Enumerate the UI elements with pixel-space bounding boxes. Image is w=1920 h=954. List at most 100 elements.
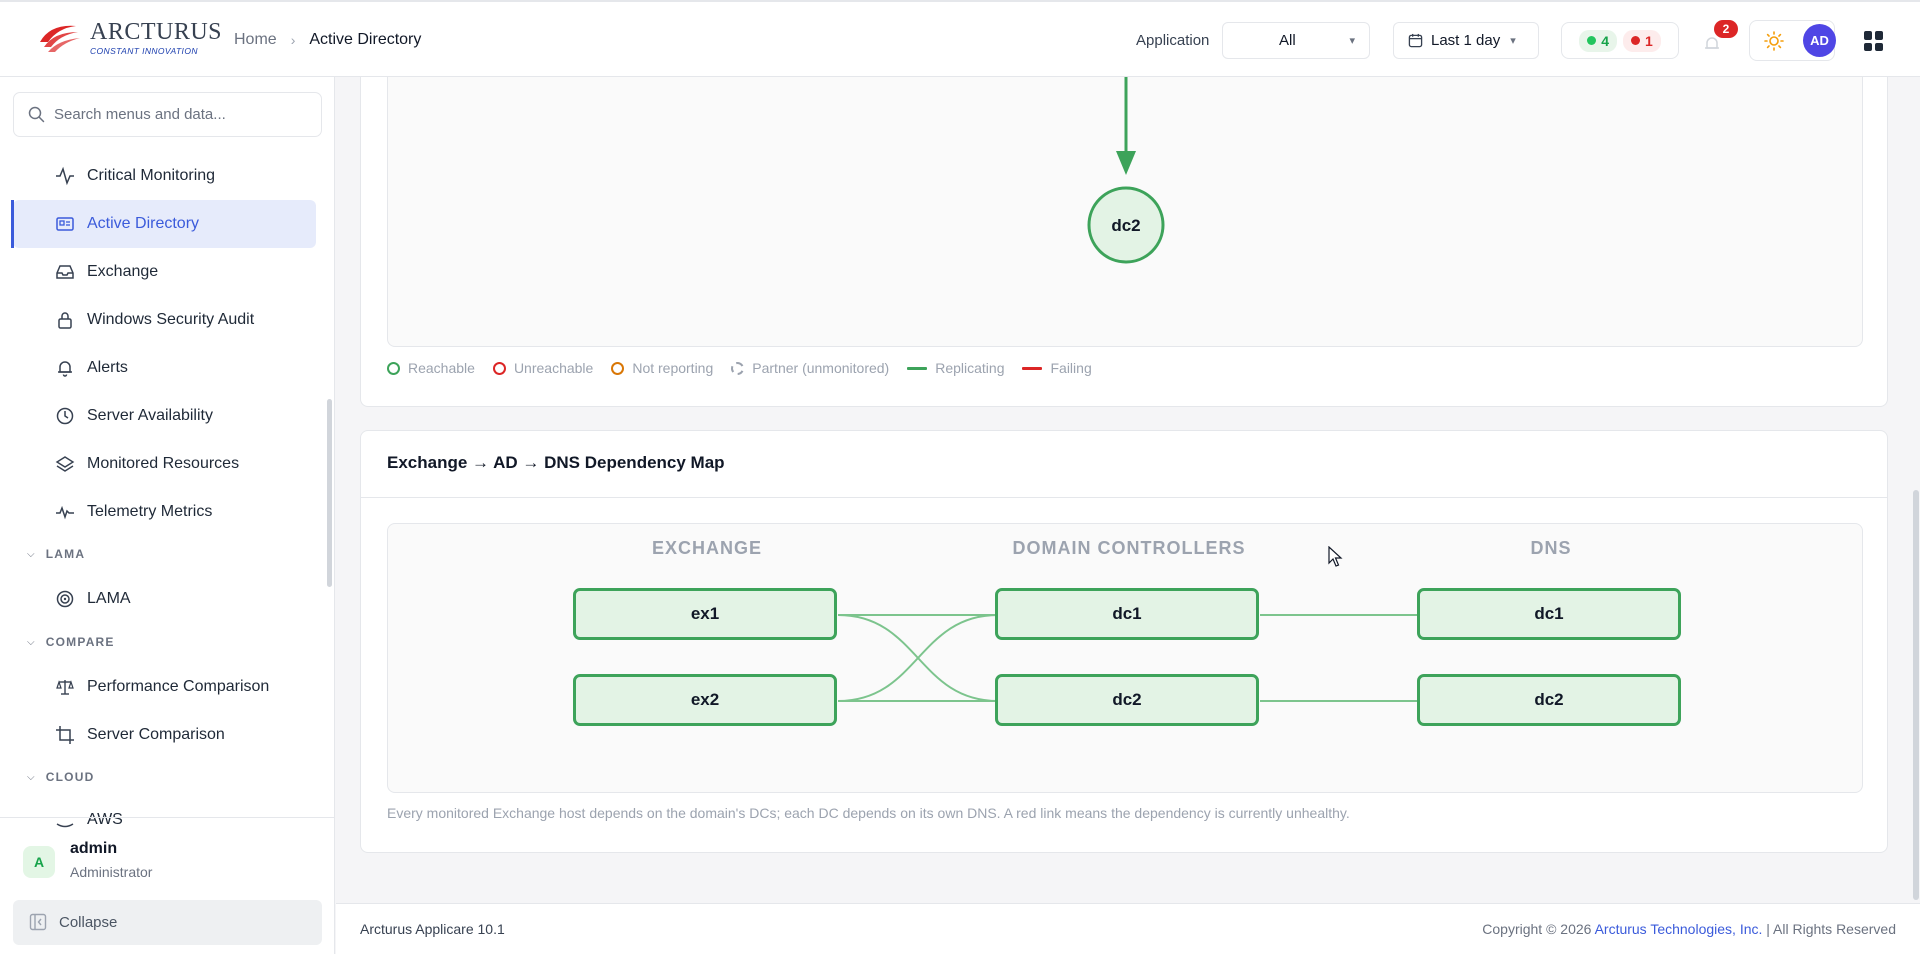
dc-node[interactable]: dc2 bbox=[995, 674, 1259, 726]
red-line-icon bbox=[1022, 366, 1043, 370]
lock-icon bbox=[58, 312, 72, 329]
dependency-link bbox=[837, 614, 999, 702]
sidebar-item-active-directory[interactable]: Active Directory bbox=[11, 200, 316, 248]
exchange-node[interactable]: ex2 bbox=[573, 674, 837, 726]
legend-reachable: Reachable bbox=[387, 360, 475, 376]
section-compare[interactable]: ⌵ COMPARE bbox=[27, 635, 115, 649]
red-dot-icon bbox=[1631, 36, 1640, 45]
divider bbox=[361, 497, 1887, 498]
notifications-button[interactable]: 2 bbox=[1696, 20, 1738, 60]
dc-node[interactable]: dc1 bbox=[995, 588, 1259, 640]
sidebar-item-label: Windows Security Audit bbox=[87, 311, 255, 328]
copyright-prefix: Copyright © 2026 bbox=[1482, 921, 1595, 937]
legend-replicating: Replicating bbox=[907, 360, 1004, 376]
directory-card-icon bbox=[56, 217, 74, 231]
column-header-dns: DNS bbox=[1530, 538, 1572, 558]
sidebar-item-label: Active Directory bbox=[87, 215, 200, 232]
date-range-value: Last 1 day bbox=[1431, 32, 1501, 49]
dependency-map-card: Exchange → AD → DNS Dependency Map EXCHA… bbox=[360, 430, 1888, 853]
sidebar-item-label: Exchange bbox=[87, 263, 159, 280]
sidebar-item-label: Server Availability bbox=[87, 407, 213, 424]
chevron-down-icon: ⌵ bbox=[27, 548, 36, 560]
chevron-down-icon: ⌵ bbox=[27, 636, 36, 648]
legend-partner: Partner (unmonitored) bbox=[731, 360, 889, 376]
activity-icon bbox=[56, 166, 74, 186]
section-title: COMPARE bbox=[45, 635, 115, 649]
green-dot-icon bbox=[1587, 36, 1597, 45]
dependency-map-canvas: EXCHANGE DOMAIN CONTROLLERS DNS ex1 ex2 … bbox=[387, 523, 1863, 793]
sidebar-nav: Critical Monitoring Active Directory Exc… bbox=[0, 152, 335, 892]
sidebar-item-monitored-resources[interactable]: Monitored Resources bbox=[13, 440, 316, 488]
crop-icon bbox=[56, 726, 74, 744]
column-header-domain-controllers: DOMAIN CONTROLLERS bbox=[1012, 538, 1246, 558]
sidebar-item-label: Server Comparison bbox=[87, 726, 225, 743]
mouse-cursor-icon bbox=[1328, 546, 1343, 567]
sidebar-item-performance-comparison[interactable]: Performance Comparison bbox=[13, 663, 316, 711]
sidebar-item-lama[interactable]: LAMA bbox=[13, 575, 316, 623]
application-select[interactable]: All ▾ bbox=[1222, 22, 1370, 59]
sidebar-item-label: Monitored Resources bbox=[87, 455, 240, 472]
section-lama[interactable]: ⌵ LAMA bbox=[27, 547, 85, 561]
chevron-down-icon: ▾ bbox=[1349, 35, 1355, 47]
search-placeholder: Search menus and data... bbox=[54, 106, 226, 123]
avatar[interactable]: AD bbox=[1803, 24, 1836, 57]
section-title: CLOUD bbox=[45, 770, 95, 784]
status-down-count: 1 bbox=[1645, 32, 1653, 49]
legend-label: Failing bbox=[1050, 360, 1092, 376]
scale-icon bbox=[56, 680, 74, 695]
date-range-button[interactable]: Last 1 day ▾ bbox=[1393, 22, 1539, 59]
chevron-right-icon: › bbox=[290, 32, 296, 48]
logo-name: ARCTURUS bbox=[90, 19, 223, 46]
logo-tagline: CONSTANT INNOVATION bbox=[90, 46, 198, 57]
red-ring-icon bbox=[492, 361, 506, 375]
sidebar-item-windows-security-audit[interactable]: Windows Security Audit bbox=[13, 296, 316, 344]
arcturus-logo[interactable]: ARCTURUS CONSTANT INNOVATION bbox=[36, 20, 222, 56]
sidebar-item-server-availability[interactable]: Server Availability bbox=[13, 392, 316, 440]
card-title: Exchange → AD → DNS Dependency Map bbox=[387, 453, 725, 472]
sidebar-item-exchange[interactable]: Exchange bbox=[13, 248, 316, 296]
sidebar-item-label: LAMA bbox=[87, 590, 131, 607]
arcturus-swoosh-icon bbox=[40, 25, 80, 52]
column-header-exchange: EXCHANGE bbox=[651, 538, 762, 558]
sidebar-item-server-comparison[interactable]: Server Comparison bbox=[13, 711, 316, 759]
apps-grid-icon[interactable] bbox=[1864, 31, 1884, 51]
collapse-button[interactable]: Collapse bbox=[13, 900, 322, 945]
sidebar-item-telemetry-metrics[interactable]: Telemetry Metrics bbox=[13, 488, 316, 536]
sidebar: Search menus and data... Critical Monito… bbox=[0, 77, 335, 954]
status-up-count: 4 bbox=[1601, 32, 1609, 49]
dns-node[interactable]: dc2 bbox=[1417, 674, 1681, 726]
legend-failing: Failing bbox=[1022, 360, 1092, 376]
breadcrumb: Home › Active Directory bbox=[234, 31, 421, 49]
sidebar-item-label: Alerts bbox=[87, 359, 128, 376]
chevron-down-icon: ▾ bbox=[1510, 35, 1516, 47]
sun-icon[interactable] bbox=[1764, 31, 1784, 51]
sidebar-item-critical-monitoring[interactable]: Critical Monitoring bbox=[13, 152, 316, 200]
status-down-chip[interactable]: 1 bbox=[1623, 29, 1661, 52]
legend-label: Partner (unmonitored) bbox=[752, 360, 890, 376]
rights-text: | All Rights Reserved bbox=[1762, 921, 1896, 937]
green-line-icon bbox=[907, 366, 928, 370]
company-link[interactable]: Arcturus Technologies, Inc. bbox=[1595, 921, 1763, 937]
breadcrumb-home[interactable]: Home bbox=[234, 31, 277, 49]
main-scrollbar[interactable] bbox=[1913, 490, 1919, 900]
page-footer: Arcturus Applicare 10.1 Copyright © 2026… bbox=[336, 903, 1920, 954]
search-input[interactable]: Search menus and data... bbox=[13, 92, 322, 137]
dns-node[interactable]: dc1 bbox=[1417, 588, 1681, 640]
green-ring-icon bbox=[387, 361, 400, 375]
sidebar-item-alerts[interactable]: Alerts bbox=[13, 344, 316, 392]
sidebar-scrollbar[interactable] bbox=[327, 399, 332, 587]
application-label: Application bbox=[1136, 32, 1210, 49]
sidebar-collapse-icon bbox=[29, 913, 47, 931]
topology-legend: Reachable Unreachable Not reporting Part… bbox=[387, 360, 1110, 376]
collapse-label: Collapse bbox=[59, 914, 118, 931]
status-summary[interactable]: 4 1 bbox=[1561, 22, 1679, 59]
dependency-map-note: Every monitored Exchange host depends on… bbox=[387, 805, 1350, 821]
dashed-ring-icon bbox=[731, 361, 745, 375]
exchange-node[interactable]: ex1 bbox=[573, 588, 837, 640]
legend-label: Reachable bbox=[408, 360, 475, 376]
target-icon bbox=[56, 590, 74, 608]
dependency-links bbox=[837, 614, 1420, 702]
status-up-chip[interactable]: 4 bbox=[1579, 29, 1617, 52]
legend-label: Unreachable bbox=[513, 360, 594, 376]
section-cloud[interactable]: ⌵ CLOUD bbox=[27, 770, 94, 784]
